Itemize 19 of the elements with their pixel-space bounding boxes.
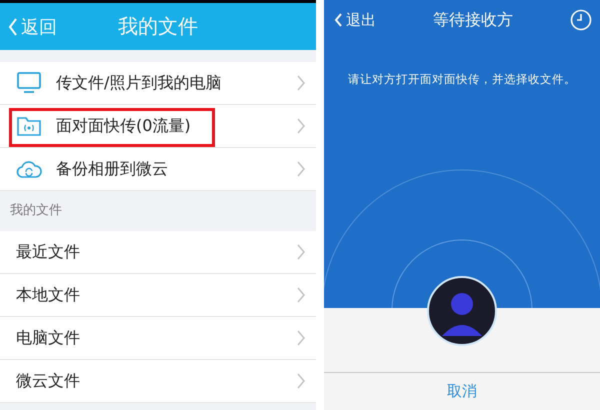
menu-item[interactable]: 面对面快传(0流量): [0, 105, 316, 148]
screen-title: 我的文件: [118, 13, 198, 40]
back-icon: [8, 18, 18, 36]
instruction-text: 请让对方打开面对面快传，并选择收文件。: [347, 72, 577, 87]
monitor-icon: [16, 71, 42, 95]
screen-title: 等待接收方: [433, 10, 513, 30]
chevron-icon: [296, 160, 306, 178]
chevron-icon: [296, 117, 306, 135]
chevron-icon: [296, 329, 306, 347]
chevron-icon: [296, 74, 306, 92]
section-title: 我的文件: [9, 202, 63, 220]
avatar-icon: [427, 276, 497, 346]
exit-button[interactable]: 退出: [334, 10, 376, 30]
folder-icon: [16, 114, 42, 138]
chevron-icon: [296, 243, 306, 261]
chevron-icon: [296, 372, 306, 390]
chevron-icon: [296, 286, 306, 304]
clock-icon[interactable]: [570, 9, 592, 31]
back-icon: [334, 12, 343, 28]
